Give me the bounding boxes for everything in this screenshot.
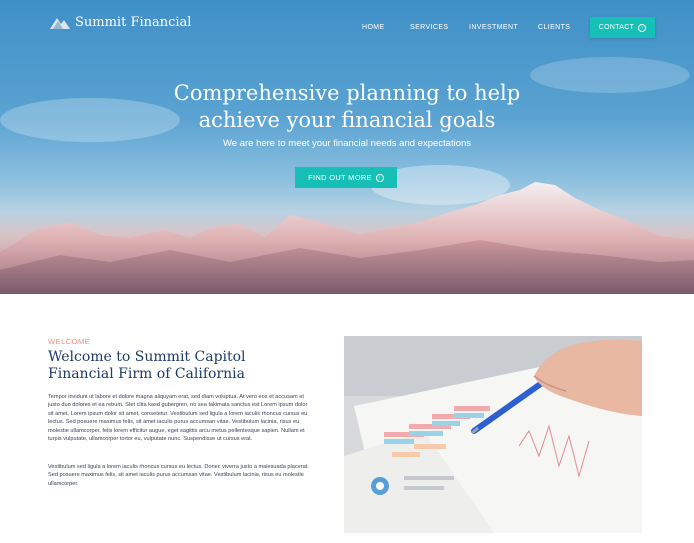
welcome-title: Welcome to Summit Capitol Financial Firm… — [48, 349, 318, 383]
top-navigation: Summit Financial HOME SERVICES INVESTMEN… — [0, 0, 694, 56]
welcome-title-line1: Welcome to Summit Capitol — [48, 349, 246, 365]
welcome-paragraph-2: Vestibulum sed ligula a lorem iaculis rh… — [48, 464, 309, 487]
nav-clients-link[interactable]: CLIENTS — [538, 24, 570, 31]
nav-services-link[interactable]: SERVICES — [410, 24, 448, 31]
financial-charts-photo — [344, 336, 642, 533]
find-out-more-label: FIND OUT MORE — [308, 173, 372, 182]
nav-investment-link[interactable]: INVESTMENT — [469, 24, 518, 31]
welcome-title-line2: Financial Firm of California — [48, 366, 245, 382]
hero-section: Summit Financial HOME SERVICES INVESTMEN… — [0, 0, 694, 294]
contact-button[interactable]: CONTACT › — [590, 17, 655, 38]
welcome-eyebrow: WELCOME — [48, 337, 91, 346]
arrow-right-circle-icon: › — [638, 23, 647, 32]
hero-headline: Comprehensive planning to help achieve y… — [0, 80, 694, 134]
contact-button-label: CONTACT — [598, 24, 635, 31]
mountain-logo-icon — [50, 18, 70, 29]
hero-headline-line1: Comprehensive planning to help — [173, 81, 521, 105]
brand-name: Summit Financial — [75, 15, 192, 30]
arrow-right-circle-icon: › — [375, 173, 384, 182]
welcome-paragraph-1: Tempor invidunt ut labore et dolore magn… — [48, 394, 308, 443]
find-out-more-button[interactable]: FIND OUT MORE › — [295, 167, 397, 188]
brand-logo[interactable]: Summit Financial — [50, 15, 191, 30]
hand-with-pen-over-charts-image — [344, 336, 642, 533]
hero-subheading: We are here to meet your financial needs… — [222, 138, 472, 149]
nav-home-link[interactable]: HOME — [362, 24, 385, 31]
hero-headline-line2: achieve your financial goals — [198, 108, 496, 132]
